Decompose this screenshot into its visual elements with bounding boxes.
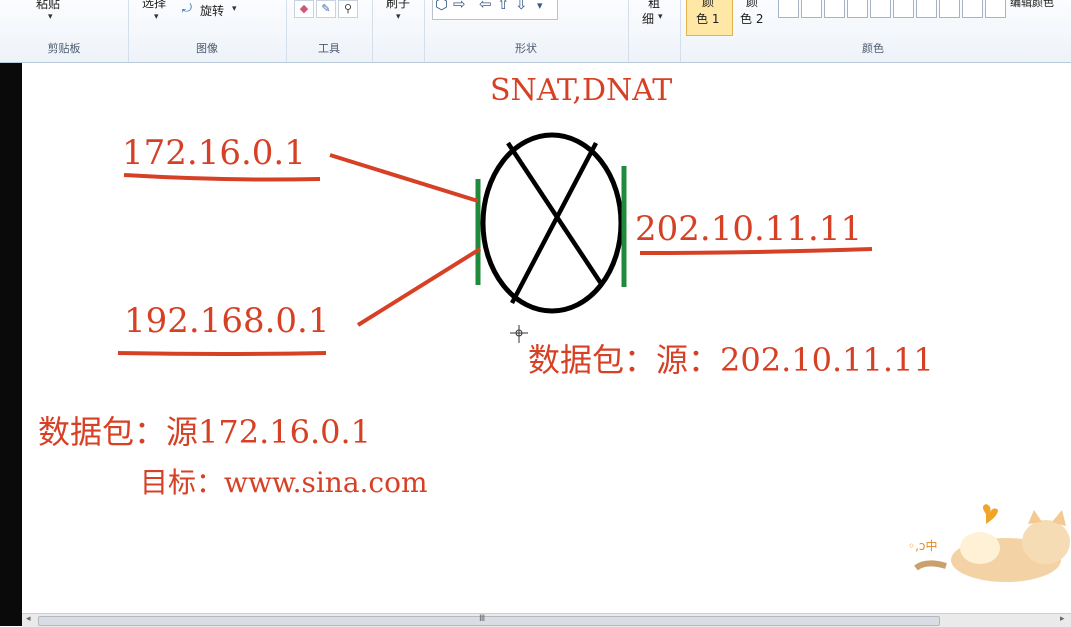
shapes-more-icon[interactable]: ▾ <box>537 0 543 12</box>
brushes-group: 刷子 ▾ <box>372 0 425 62</box>
select-dropdown-icon[interactable]: ▾ <box>154 12 159 22</box>
colors-group: 颜 色 1 颜 色 2 编辑颜色 颜色 <box>680 0 1066 62</box>
color-swatch[interactable] <box>893 0 914 18</box>
scroll-left-arrow-icon[interactable]: ◂ <box>26 614 31 624</box>
image-group: 选择 ▾ ⤾ 旋转 ▾ 图像 <box>128 0 287 62</box>
down-arrow-shape-icon[interactable]: ⇩ <box>515 0 528 13</box>
underline-192 <box>117 351 327 356</box>
tools-group: ◆ ✎ ⚲ 工具 <box>286 0 373 62</box>
crosshair-cursor <box>510 325 528 343</box>
diagram-title: SNAT,DNAT <box>490 73 673 108</box>
image-group-label: 图像 <box>196 42 218 55</box>
tools-group-label: 工具 <box>318 42 340 55</box>
color-swatch[interactable] <box>962 0 983 18</box>
color2-button[interactable]: 色 2 <box>740 10 763 27</box>
packet-source-right: 数据包：源：202.10.11.11 <box>528 341 934 379</box>
edit-colors-button[interactable]: 编辑颜色 <box>1010 0 1054 10</box>
rotate-dropdown-icon[interactable]: ▾ <box>232 4 237 14</box>
shapes-group-label: 形状 <box>515 42 537 55</box>
packet-source-left: 数据包：源172.16.0.1 <box>38 413 372 451</box>
magnifier-icon[interactable]: ⚲ <box>338 0 358 18</box>
select-button[interactable]: 选择 <box>142 0 166 11</box>
paste-button[interactable]: 粘贴 <box>36 0 60 12</box>
ip-label-202: 202.10.11.11 <box>635 209 863 249</box>
ip-label-192: 192.168.0.1 <box>124 301 330 341</box>
color-picker-icon[interactable]: ✎ <box>316 0 336 18</box>
router-cross-stroke <box>506 141 604 287</box>
scrollbar-grip-icon: Ⅲ <box>479 614 486 624</box>
clipboard-group-label: 剪贴板 <box>47 42 81 55</box>
rotate-icon: ⤾ <box>182 1 192 15</box>
brushes-dropdown-icon[interactable]: ▾ <box>396 12 401 22</box>
paste-dropdown-icon[interactable]: ▾ <box>48 12 53 22</box>
size-button[interactable]: 细 <box>642 10 654 27</box>
underline-202 <box>639 247 873 255</box>
color-swatch[interactable] <box>778 0 799 18</box>
link-line-bottom <box>356 247 482 327</box>
color-swatch[interactable] <box>847 0 868 18</box>
shapes-group: ⬡ ⇨ ⇦ ⇧ ⇩ ▾ 形状 <box>424 0 629 62</box>
window-edge <box>0 63 22 626</box>
color-swatch[interactable] <box>916 0 937 18</box>
scroll-right-arrow-icon[interactable]: ▸ <box>1060 614 1065 624</box>
right-arrow-shape-icon[interactable]: ⇨ <box>453 0 466 13</box>
color2-label-top: 颜 <box>746 0 759 9</box>
size-dropdown-icon[interactable]: ▾ <box>658 12 663 22</box>
colors-group-label: 颜色 <box>862 42 884 55</box>
scrollbar-thumb[interactable]: Ⅲ <box>38 614 940 626</box>
hexagon-shape-icon[interactable]: ⬡ <box>435 0 448 13</box>
cat-mascot-image: ◦,ↄ中 <box>908 504 1070 582</box>
underline-172 <box>123 173 321 182</box>
ribbon: 粘贴 ▾ 剪贴板 选择 ▾ ⤾ 旋转 ▾ 图像 ◆ ✎ ⚲ 工具 刷子 ▾ ⬡ … <box>0 0 1071 63</box>
mascot-text: ◦,ↄ中 <box>908 538 938 553</box>
up-arrow-shape-icon[interactable]: ⇧ <box>497 0 510 13</box>
color-swatch[interactable] <box>985 0 1006 18</box>
eraser-icon[interactable]: ◆ <box>294 0 314 18</box>
color-swatch[interactable] <box>870 0 891 18</box>
ip-label-172: 172.16.0.1 <box>122 133 306 173</box>
brushes-button[interactable]: 刷子 <box>386 0 410 11</box>
color-swatch[interactable] <box>801 0 822 18</box>
size-group: 粗 细 ▾ <box>628 0 681 62</box>
horizontal-scrollbar[interactable]: ◂ Ⅲ ▸ <box>22 613 1071 627</box>
color-swatch[interactable] <box>824 0 845 18</box>
color1-label: 色 1 <box>696 12 720 26</box>
color1-label-top: 颜 <box>702 0 715 9</box>
link-line-top <box>329 153 479 203</box>
color-swatch[interactable] <box>939 0 960 18</box>
clipboard-group: 粘贴 ▾ 剪贴板 <box>0 0 129 62</box>
shapes-gallery[interactable]: ⬡ ⇨ ⇦ ⇧ ⇩ ▾ <box>432 0 558 20</box>
rotate-button[interactable]: 旋转 <box>200 2 224 19</box>
left-arrow-shape-icon[interactable]: ⇦ <box>479 0 492 13</box>
packet-target-left: 目标：www.sina.com <box>140 466 428 499</box>
